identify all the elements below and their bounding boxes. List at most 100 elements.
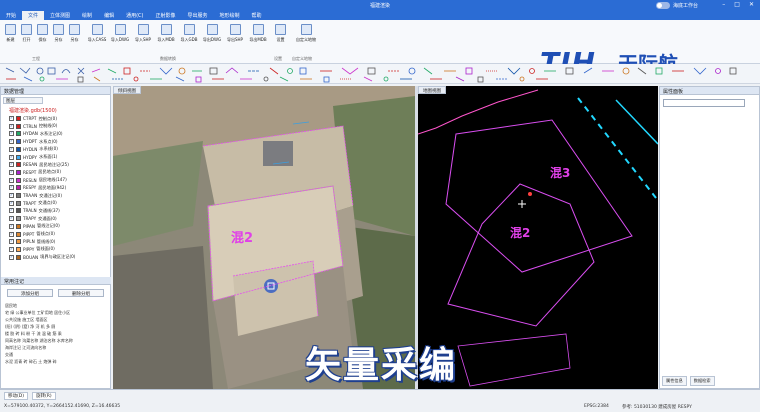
qa-line[interactable]: (阳) (阴) (窟) 净 河 机 多 厕 <box>5 324 55 330</box>
layer-row[interactable]: HYDAN水系注记(0) <box>9 130 63 137</box>
menu-start[interactable]: 开始 <box>0 11 22 20</box>
menu-ortho[interactable]: 正射影像 <box>149 11 181 20</box>
layer-row[interactable]: TRAAN交通注记(0) <box>9 192 62 199</box>
export-dwg-button[interactable]: 导出DWG <box>201 24 223 43</box>
tab-property-info[interactable]: 属性信息 <box>662 376 687 386</box>
layer-visibility-checkbox[interactable] <box>9 184 14 191</box>
layer-visibility-checkbox[interactable] <box>9 138 14 145</box>
tree-root[interactable]: 福建渲染.gdb(1500) <box>9 107 57 114</box>
save-as2-button[interactable]: 另存 <box>66 24 83 43</box>
import-gdb-button[interactable]: 导入GDB <box>178 24 200 43</box>
menu-edit[interactable]: 编辑 <box>98 11 120 20</box>
import-dwg-button[interactable]: 导入DWG <box>109 24 131 43</box>
qa-line[interactable]: 水泥 沥青 砖 碎石 土 炮弹 碎 <box>5 359 57 365</box>
layer-visibility-checkbox[interactable] <box>9 192 14 198</box>
export-shp-button[interactable]: 导出SHP <box>224 24 246 43</box>
layer-row[interactable]: RESAN居民地注记(25) <box>9 161 69 168</box>
custom-icon <box>300 24 312 35</box>
tab-layers[interactable]: 图层 <box>3 97 43 104</box>
tab-data-search[interactable]: 数据检索 <box>689 376 715 386</box>
import-shp-button[interactable]: 导入SHP <box>132 24 154 43</box>
layer-row[interactable]: HYDPT水系点(0) <box>9 138 58 145</box>
add-group-button[interactable]: 添加分组 <box>7 289 53 297</box>
layer-row[interactable]: RESLN居民地线(147) <box>9 177 67 184</box>
layer-visibility-checkbox[interactable] <box>9 115 14 121</box>
tab-oblique-view[interactable]: 倾斜视图 <box>113 86 141 94</box>
menu-draw[interactable]: 绘制 <box>76 11 98 20</box>
layer-visibility-checkbox[interactable] <box>9 169 14 175</box>
common-annotation-section: 常用注记 添加分组 删除分组 居民地 宅 绿 公事业单位 工矿用地 居住小区 公… <box>1 277 111 364</box>
layer-row[interactable]: TRAPY交通面(0) <box>9 215 57 222</box>
layer-visibility-checkbox[interactable] <box>9 161 14 168</box>
layer-visibility-checkbox[interactable] <box>9 146 14 152</box>
workbench-toggle[interactable] <box>656 2 670 9</box>
custom-feature-button[interactable]: 自定义地物 <box>292 24 320 43</box>
layer-row[interactable]: PIPLN管线线(0) <box>9 238 55 245</box>
tab-map-view[interactable]: 地图视图 <box>418 86 446 94</box>
layer-visibility-checkbox[interactable] <box>9 207 14 214</box>
layer-row[interactable]: TRAPT交通点(0) <box>9 200 57 207</box>
layer-row[interactable]: PIPPY管线面(0) <box>9 246 55 253</box>
layer-visibility-checkbox[interactable] <box>9 154 14 160</box>
qa-line[interactable]: 宅 绿 公事业单位 工矿用地 居住小区 <box>5 310 70 316</box>
settings-button[interactable]: 设置 <box>272 24 289 43</box>
reference-readout: 参考: 51030130 建成房屋 RESPY <box>622 405 692 410</box>
layer-row[interactable]: RESPY居民地面(942) <box>9 184 66 191</box>
status-tab-move[interactable]: 移动(D) <box>4 392 28 400</box>
layer-row[interactable]: CTRPT控制点(0) <box>9 115 57 122</box>
new-button[interactable]: 新建 <box>2 24 19 43</box>
layer-code: TRAAN <box>23 193 38 198</box>
close-icon[interactable]: ✕ <box>749 1 754 8</box>
layer-color-swatch-icon <box>16 216 21 222</box>
delete-group-button[interactable]: 删除分组 <box>58 289 104 297</box>
layer-row[interactable]: PIPAN管线注记(0) <box>9 223 60 230</box>
menu-general[interactable]: 通用(C) <box>120 11 149 20</box>
save-as-icon <box>69 24 80 35</box>
layer-visibility-checkbox[interactable] <box>9 200 14 206</box>
menu-stereo[interactable]: 立体测图 <box>44 11 76 20</box>
menu-file[interactable]: 文件 <box>22 11 45 20</box>
export-mdb-button[interactable]: 导出MDB <box>247 24 269 43</box>
layer-row[interactable]: HYDPY水系面(1) <box>9 154 57 161</box>
layer-row[interactable]: TRALN交通线(37) <box>9 207 60 214</box>
layer-visibility-checkbox[interactable] <box>9 254 14 260</box>
property-select[interactable] <box>663 99 745 107</box>
layer-visibility-checkbox[interactable] <box>9 177 14 183</box>
import-icon <box>183 24 195 35</box>
menu-export[interactable]: 导出服务 <box>182 11 214 20</box>
layer-code: HYDPY <box>23 154 37 160</box>
layer-visibility-checkbox[interactable] <box>9 231 14 237</box>
drawing-tool-icons[interactable] <box>0 64 760 84</box>
layer-row[interactable]: CTRLN控制线(0) <box>9 123 57 130</box>
save-as-icon <box>53 24 64 35</box>
menu-help[interactable]: 帮助 <box>246 11 268 20</box>
qa-line[interactable]: 公共设施 施工区 墙面区 <box>5 317 48 323</box>
layer-visibility-checkbox[interactable] <box>9 246 14 252</box>
status-tab-rotate[interactable]: 旋转(R) <box>31 392 56 400</box>
qa-line[interactable]: 海岸注记 江河流向名称 <box>5 345 46 351</box>
layer-row[interactable]: PIPPT管线点(0) <box>9 231 55 238</box>
layer-visibility-checkbox[interactable] <box>9 238 14 245</box>
layer-visibility-checkbox[interactable] <box>9 223 14 229</box>
layer-visibility-checkbox[interactable] <box>9 215 14 222</box>
minimize-icon[interactable]: – <box>722 1 725 8</box>
circle-tool-icon <box>36 67 44 75</box>
save-button[interactable]: 保存 <box>34 24 51 43</box>
import-cass-button[interactable]: 导入CASS <box>86 24 108 43</box>
layer-visibility-checkbox[interactable] <box>9 123 14 129</box>
layer-row[interactable]: HYDLN水系线(0) <box>9 146 58 153</box>
menu-terrain[interactable]: 地形绘制 <box>214 11 246 20</box>
save-as-button[interactable]: 另存 <box>50 24 67 43</box>
layer-row[interactable]: BOUAN境界与政区注记(0) <box>9 254 75 261</box>
layer-color-swatch-icon <box>16 193 21 198</box>
qa-line[interactable]: 同高名称 沟渠名称 湖泊名称 水库名称 <box>5 338 73 344</box>
import-mdb-button[interactable]: 导入MDB <box>155 24 177 43</box>
open-button[interactable]: 打开 <box>18 24 35 43</box>
qa-line[interactable]: 楼 胶 砖 料 粉 干 流 温 破 筋 乘 <box>5 331 62 337</box>
layer-row[interactable]: RESPT居民地点(0) <box>9 169 61 176</box>
layer-name: 交通线(37) <box>38 207 60 213</box>
maximize-icon[interactable]: □ <box>734 1 740 8</box>
layer-visibility-checkbox[interactable] <box>9 130 14 137</box>
layer-name: 交通注记(0) <box>39 192 62 198</box>
layer-color-swatch-icon <box>16 185 21 191</box>
